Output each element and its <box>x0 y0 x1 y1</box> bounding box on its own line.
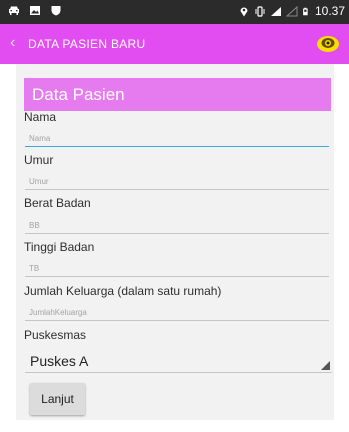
berat-badan-input[interactable] <box>25 217 333 234</box>
dropdown-corner-icon <box>321 361 330 370</box>
location-icon <box>240 7 248 16</box>
section-title: Data Pasien <box>32 85 125 104</box>
battery-icon <box>303 7 308 15</box>
status-clock: 10.37 <box>314 4 345 18</box>
camera-lens-icon[interactable] <box>313 29 343 57</box>
next-button[interactable]: Lanjut <box>30 383 85 415</box>
tinggi-badan-label: Tinggi Badan <box>24 240 95 254</box>
berat-badan-label: Berat Badan <box>24 196 91 210</box>
tinggi-badan-input[interactable] <box>25 260 333 277</box>
nama-input[interactable] <box>25 130 333 147</box>
app-bar-title: DATA PASIEN BARU <box>28 37 146 51</box>
section-header: Data Pasien <box>24 78 331 111</box>
puskesmas-selected-value: Puskes A <box>30 353 89 369</box>
umur-label: Umur <box>24 153 54 167</box>
vibrate-icon <box>255 5 265 17</box>
nama-label: Nama <box>24 110 57 124</box>
signal-empty-icon <box>285 5 298 16</box>
gallery-icon <box>30 6 40 15</box>
jumlah-keluarga-label: Jumlah Keluarga (dalam satu rumah) <box>24 284 222 298</box>
car-icon <box>9 6 19 15</box>
patient-form: Data Pasien Nama Umur Berat Badan Tinggi… <box>16 64 334 420</box>
chevron-left-icon[interactable]: ‹ <box>10 34 15 52</box>
puskesmas-select[interactable]: Puskes A <box>25 347 332 373</box>
signal-icon <box>270 6 281 16</box>
puskesmas-label: Puskesmas <box>24 328 87 342</box>
jumlah-keluarga-input[interactable] <box>25 304 333 321</box>
jumlah-keluarga-field[interactable] <box>25 302 333 321</box>
status-bar: 10.37 <box>0 0 349 24</box>
app-bar: ‹ DATA PASIEN BARU <box>0 24 349 64</box>
umur-field[interactable] <box>25 171 333 190</box>
nama-field[interactable] <box>25 128 333 147</box>
umur-input[interactable] <box>25 173 333 190</box>
tinggi-badan-field[interactable] <box>25 258 333 277</box>
berat-badan-field[interactable] <box>25 215 333 234</box>
shield-notification-icon <box>51 6 61 16</box>
